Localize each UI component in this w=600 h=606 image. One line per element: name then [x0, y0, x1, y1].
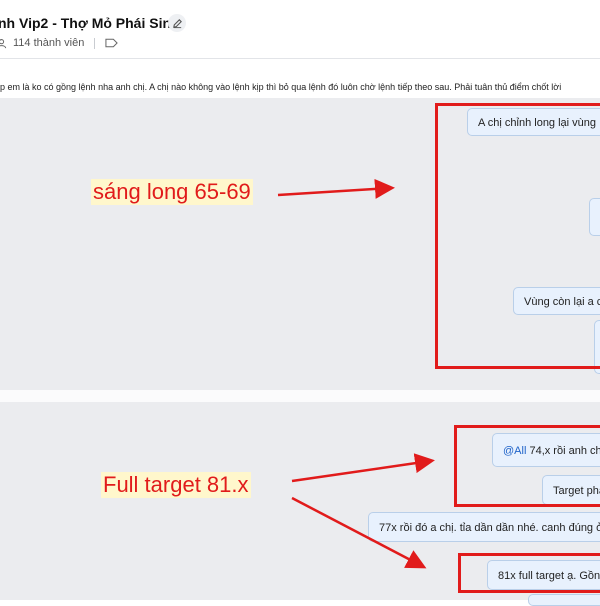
- edit-name-button[interactable]: [168, 14, 186, 32]
- edit-icon: [172, 18, 182, 28]
- divider: [94, 37, 96, 49]
- user-icon: [0, 38, 7, 48]
- highlight-box: [435, 103, 600, 369]
- highlight-box: [454, 425, 600, 507]
- pinned-message[interactable]: p em là ko có gồng lệnh nha anh chị. A c…: [0, 78, 600, 96]
- chat-message-fragment[interactable]: [528, 594, 600, 606]
- member-count[interactable]: 114 thành viên: [13, 37, 84, 49]
- group-subinfo: 114 thành viên: [0, 37, 119, 49]
- tag-icon[interactable]: [105, 38, 119, 48]
- highlight-box: [458, 553, 600, 593]
- annotation-note: Full target 81.x: [101, 472, 251, 498]
- panel-gap: [0, 390, 600, 402]
- group-title[interactable]: nh Vip2 - Thợ Mỏ Phái Sinh: [0, 15, 180, 31]
- chat-message[interactable]: 77x rồi đó a chị. tỉa dần dần nhé. canh …: [368, 512, 600, 542]
- group-header: nh Vip2 - Thợ Mỏ Phái Sinh 114 thành viê…: [0, 0, 600, 59]
- annotation-note: sáng long 65-69: [91, 179, 253, 205]
